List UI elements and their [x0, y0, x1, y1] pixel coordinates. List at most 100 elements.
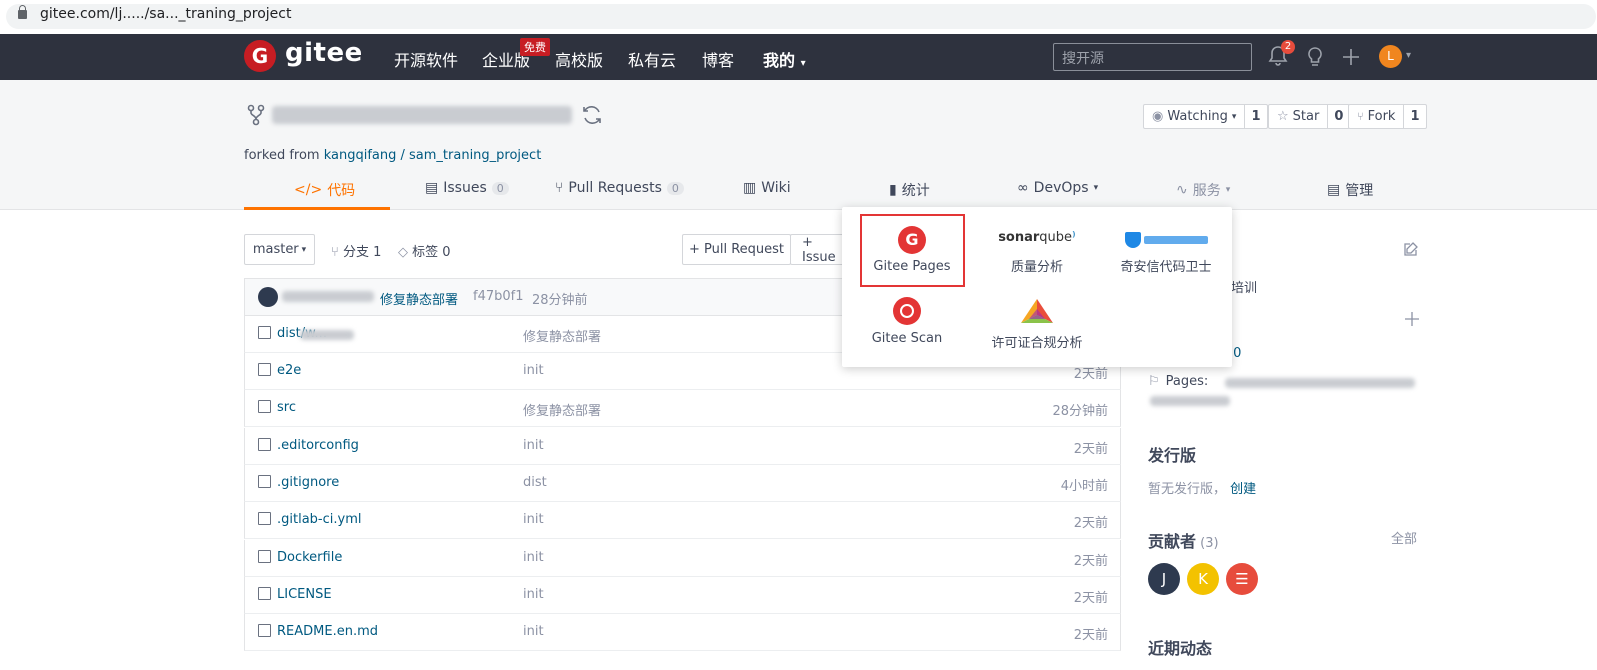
tab-devops[interactable]: ∞ DevOps ▾: [1017, 180, 1098, 196]
file-name[interactable]: Dockerfile: [277, 550, 342, 565]
gitee-pages-icon: G: [898, 226, 926, 254]
user-avatar[interactable]: L: [1379, 45, 1402, 68]
nav-private-cloud[interactable]: 私有云: [628, 47, 676, 71]
avatar-caret-icon[interactable]: ▾: [1406, 50, 1411, 61]
file-row[interactable]: src 修复静态部署 28分钟前: [244, 390, 1121, 427]
committer-name-redacted[interactable]: [282, 291, 374, 302]
file-time: 4小时前: [1060, 479, 1108, 494]
releases-empty: 暂无发行版， 创建: [1148, 478, 1256, 497]
pulse-icon: ∿: [1176, 182, 1188, 198]
tags-label: 标签 0: [412, 245, 451, 260]
file-row[interactable]: .gitlab-ci.yml init 2天前: [244, 502, 1121, 539]
tab-code[interactable]: </> 代码: [294, 180, 355, 200]
service-gitee-scan[interactable]: Gitee Scan: [862, 297, 952, 346]
commit-hash[interactable]: f47b0f1: [473, 289, 524, 304]
file-name[interactable]: README.en.md: [277, 624, 378, 639]
pages-url-redacted[interactable]: [1225, 378, 1415, 388]
caret-down-icon: ▾: [1231, 111, 1237, 122]
plus-icon[interactable]: [1342, 48, 1360, 66]
branches-link[interactable]: ⑂ 分支 1: [331, 241, 381, 260]
repo-name-redacted[interactable]: [272, 106, 572, 124]
nav-education[interactable]: 高校版: [555, 47, 603, 71]
service-quality-analysis[interactable]: sonarqube⁾ 质量分析: [982, 230, 1092, 275]
create-release-link[interactable]: 创建: [1230, 482, 1256, 497]
sync-icon[interactable]: [581, 104, 603, 126]
tag-icon: ◇: [398, 245, 408, 260]
file-name[interactable]: .gitlab-ci.yml: [277, 512, 361, 527]
contributors-heading: 贡献者 (3): [1148, 528, 1219, 552]
sonarqube-logo: sonarqube⁾: [998, 230, 1076, 245]
edit-icon[interactable]: [1403, 241, 1419, 257]
file-icon: [258, 475, 271, 488]
watching-count[interactable]: 1: [1244, 105, 1266, 128]
pages-url-redacted-2[interactable]: [1150, 396, 1230, 406]
contributor-avatar[interactable]: J: [1148, 563, 1180, 595]
fork-count[interactable]: 1: [1403, 105, 1425, 128]
tab-issues[interactable]: ▤ Issues 0: [425, 180, 509, 196]
tab-wiki[interactable]: ▥ Wiki: [743, 180, 791, 196]
tab-manage[interactable]: ▤ 管理: [1327, 180, 1373, 200]
service-label: Gitee Pages: [873, 259, 951, 274]
notification-count-badge: 2: [1281, 40, 1295, 54]
tab-pull-requests[interactable]: ⑂ Pull Requests 0: [555, 180, 684, 196]
folder-icon: [258, 363, 271, 376]
file-commit-message[interactable]: init: [523, 363, 544, 378]
service-license-compliance[interactable]: 许可证合规分析: [982, 297, 1092, 351]
file-icon: [258, 438, 271, 451]
file-name[interactable]: src: [277, 400, 296, 415]
search-input[interactable]: 搜开源: [1053, 43, 1252, 71]
contributors-all-link[interactable]: 全部: [1391, 528, 1417, 547]
caret-down-icon: ▾: [1093, 183, 1099, 193]
forked-from-link[interactable]: kangqifang / sam_traning_project: [324, 148, 542, 163]
contributor-avatar[interactable]: K: [1187, 563, 1219, 595]
file-name[interactable]: .gitignore: [277, 475, 339, 490]
browser-address-bar[interactable]: gitee.com/lj...../sa..._traning_project: [0, 0, 1597, 34]
nav-blog[interactable]: 博客: [702, 47, 734, 71]
file-commit-message[interactable]: dist: [523, 475, 547, 490]
file-commit-message[interactable]: init: [523, 587, 544, 602]
nav-mine-label: 我的: [763, 51, 796, 70]
add-icon[interactable]: [1404, 311, 1420, 327]
tab-services[interactable]: ∿ 服务 ▾: [1176, 180, 1230, 200]
tags-link[interactable]: ◇ 标签 0: [398, 241, 451, 260]
file-row[interactable]: LICENSE init 2天前: [244, 577, 1121, 614]
fork-button[interactable]: ⑂ Fork 1: [1348, 104, 1427, 129]
service-qianxin[interactable]: 奇安信代码卫士: [1113, 229, 1219, 275]
file-row[interactable]: Dockerfile init 2天前: [244, 540, 1121, 577]
star-button[interactable]: ☆ Star 0: [1268, 104, 1351, 129]
watching-button[interactable]: ◉ Watching ▾ 1: [1143, 104, 1268, 129]
file-row[interactable]: .gitignore dist 4小时前: [244, 465, 1121, 502]
new-issue-button[interactable]: + Issue: [790, 234, 850, 265]
contributor-avatar[interactable]: ☰: [1226, 563, 1258, 595]
branch-icon: ⑂: [331, 245, 339, 260]
branch-select[interactable]: master ▾: [244, 234, 315, 265]
gitee-logo-icon[interactable]: G: [244, 40, 276, 72]
path-redacted: [300, 330, 354, 340]
file-commit-message[interactable]: init: [523, 624, 544, 639]
committer-avatar[interactable]: [258, 287, 278, 307]
gitee-logo-text[interactable]: gitee: [285, 38, 363, 68]
file-commit-message[interactable]: 修复静态部署: [523, 326, 601, 345]
new-pull-request-button[interactable]: + Pull Request: [682, 234, 791, 265]
file-commit-message[interactable]: init: [523, 512, 544, 527]
star-count[interactable]: 0: [1327, 105, 1349, 128]
recent-activity-title: 近期动态: [1148, 639, 1213, 658]
file-commit-message[interactable]: 修复静态部署: [523, 400, 601, 419]
file-name[interactable]: LICENSE: [277, 587, 332, 602]
nav-mine[interactable]: 我的 ▾: [763, 47, 806, 71]
file-row[interactable]: .editorconfig init 2天前: [244, 428, 1121, 465]
nav-open-source[interactable]: 开源软件: [394, 47, 458, 71]
commit-message-link[interactable]: 修复静态部署: [380, 289, 458, 308]
file-commit-message[interactable]: init: [523, 550, 544, 565]
file-icon: [258, 550, 271, 563]
file-name[interactable]: .editorconfig: [277, 438, 359, 453]
lightbulb-icon[interactable]: [1305, 46, 1325, 68]
caret-down-icon: ▾: [800, 58, 806, 69]
tab-stats[interactable]: ▮ 统计: [889, 180, 930, 200]
url-text[interactable]: gitee.com/lj...../sa..._traning_project: [40, 6, 291, 22]
service-gitee-pages[interactable]: G Gitee Pages: [862, 226, 962, 274]
file-name[interactable]: e2e: [277, 363, 301, 378]
file-row[interactable]: README.en.md init 2天前: [244, 614, 1121, 651]
file-commit-message[interactable]: init: [523, 438, 544, 453]
tab-services-label: 服务: [1192, 183, 1221, 199]
